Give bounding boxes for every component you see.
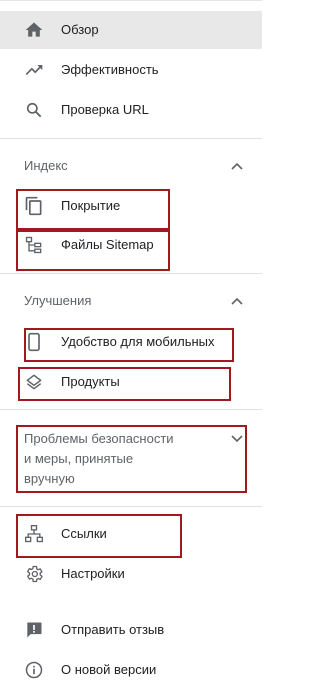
layers-icon [26,374,42,390]
divider [0,138,262,139]
home-icon [25,22,43,37]
section-title-line: Проблемы безопасности [24,431,174,446]
nav-item-performance[interactable]: Эффективность [0,56,262,84]
section-title-index: Индекс [24,158,68,173]
file-copy-icon [25,196,42,216]
section-title-security[interactable]: Проблемы безопасности и меры, принятые в… [24,429,214,489]
divider [0,506,262,507]
section-title-line: вручную [24,471,75,486]
nav-item-sitemaps[interactable]: Файлы Sitemap [0,231,262,259]
nav-item-label: Обзор [61,22,99,37]
search-icon [26,102,42,118]
gear-icon [27,565,43,583]
section-title-line: и меры, принятые [24,451,134,466]
trending-up-icon [25,65,43,75]
feedback-icon [27,622,42,638]
nav-item-label: Эффективность [61,62,159,77]
chevron-up-icon[interactable] [230,161,244,171]
links-icon [25,525,43,543]
nav-item-label: Удобство для мобильных [61,334,215,349]
nav-item-label: Покрытие [61,198,121,213]
divider [0,273,262,274]
info-icon [25,661,43,679]
nav-item-label: О новой версии [61,662,157,677]
divider [0,409,262,410]
top-border [0,0,262,1]
nav-item-settings[interactable]: Настройки [0,560,262,588]
chevron-down-icon[interactable] [230,433,244,443]
nav-item-links[interactable]: Ссылки [0,520,262,548]
nav-item-label: Настройки [61,566,125,581]
smartphone-icon [28,332,40,352]
sitemap-icon [25,236,42,254]
nav-item-url-inspection[interactable]: Проверка URL [0,96,262,124]
nav-item-label: Файлы Sitemap [61,237,154,252]
nav-item-coverage[interactable]: Покрытие [0,192,262,220]
nav-item-label: Отправить отзыв [61,622,165,637]
nav-item-label: Проверка URL [61,102,149,117]
nav-item-about-new-version[interactable]: О новой версии [0,656,262,684]
nav-item-send-feedback[interactable]: Отправить отзыв [0,616,262,644]
nav-item-mobile-usability[interactable]: Удобство для мобильных [0,328,262,356]
nav-item-label: Ссылки [61,526,107,541]
nav-item-overview[interactable]: Обзор [0,16,262,44]
chevron-up-icon[interactable] [230,296,244,306]
nav-item-products[interactable]: Продукты [0,368,262,396]
nav-item-label: Продукты [61,374,120,389]
section-title-enhancements: Улучшения [24,293,92,308]
